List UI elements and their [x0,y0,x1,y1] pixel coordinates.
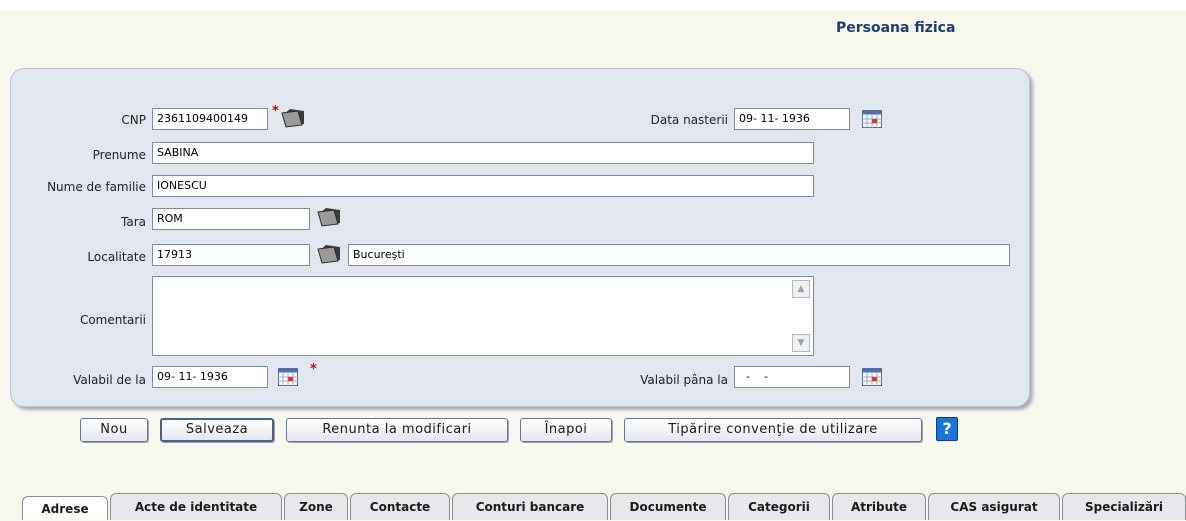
page-title: Persoana fizica [836,20,956,36]
calendar-icon[interactable] [278,368,298,386]
scroll-up-arrow-icon[interactable]: ▲ [792,280,810,298]
comentarii-textarea[interactable]: ▲ ▼ [152,276,814,356]
calendar-icon[interactable] [862,368,882,386]
folder-lookup-icon[interactable] [316,242,342,264]
nume-familie-input[interactable]: IONESCU [152,175,814,197]
prenume-label: Prenume [92,148,146,162]
valabil-de-la-input[interactable]: 09- 11- 1936 [152,366,268,388]
nou-button[interactable]: Nou [80,418,148,442]
tiparire-button[interactable]: Tipărire convenţie de utilizare [624,418,922,442]
calendar-icon[interactable] [862,110,882,128]
tab-adrese[interactable]: Adrese [22,496,108,520]
folder-lookup-icon[interactable] [316,205,342,227]
localitate-label: Localitate [87,250,146,264]
tab-documente[interactable]: Documente [610,493,726,520]
tab-atribute[interactable]: Atribute [832,493,926,520]
valabil-de-la-label: Valabil de la [73,373,146,387]
top-strip [0,0,1186,10]
help-icon[interactable]: ? [936,417,958,441]
localitate-code-input[interactable]: 17913 [152,244,310,266]
required-marker: * [310,362,317,377]
localitate-name-input[interactable]: Bucureşti [348,244,1010,266]
tab-categorii[interactable]: Categorii [728,493,830,520]
salveaza-button[interactable]: Salveaza [160,418,274,442]
cnp-input[interactable]: 2361109400149 [152,108,268,130]
tab-cas-asigurat[interactable]: CAS asigurat [928,493,1060,520]
prenume-input[interactable]: SABINA [152,142,814,164]
inapoi-button[interactable]: Înapoi [520,418,612,442]
valabil-pana-la-input[interactable]: - - [734,366,850,388]
renunta-button[interactable]: Renunta la modificari [286,418,508,442]
folder-lookup-icon[interactable] [280,106,306,128]
valabil-pana-la-label: Valabil pâna la [640,373,728,387]
tab-specializari[interactable]: Specializări [1062,493,1186,520]
tab-acte-identitate[interactable]: Acte de identitate [110,493,282,520]
tara-label: Tara [121,215,146,229]
tab-conturi-bancare[interactable]: Conturi bancare [452,493,608,520]
tara-input[interactable]: ROM [152,208,310,230]
required-marker: * [272,104,279,119]
cnp-label: CNP [121,113,146,127]
tab-contacte[interactable]: Contacte [350,493,450,520]
nume-familie-label: Nume de familie [47,180,146,194]
tab-zone[interactable]: Zone [284,493,348,520]
data-nasterii-input[interactable]: 09- 11- 1936 [734,108,850,130]
data-nasterii-label: Data nasterii [650,113,728,127]
comentarii-label: Comentarii [79,313,146,327]
scroll-down-arrow-icon[interactable]: ▼ [792,334,810,352]
